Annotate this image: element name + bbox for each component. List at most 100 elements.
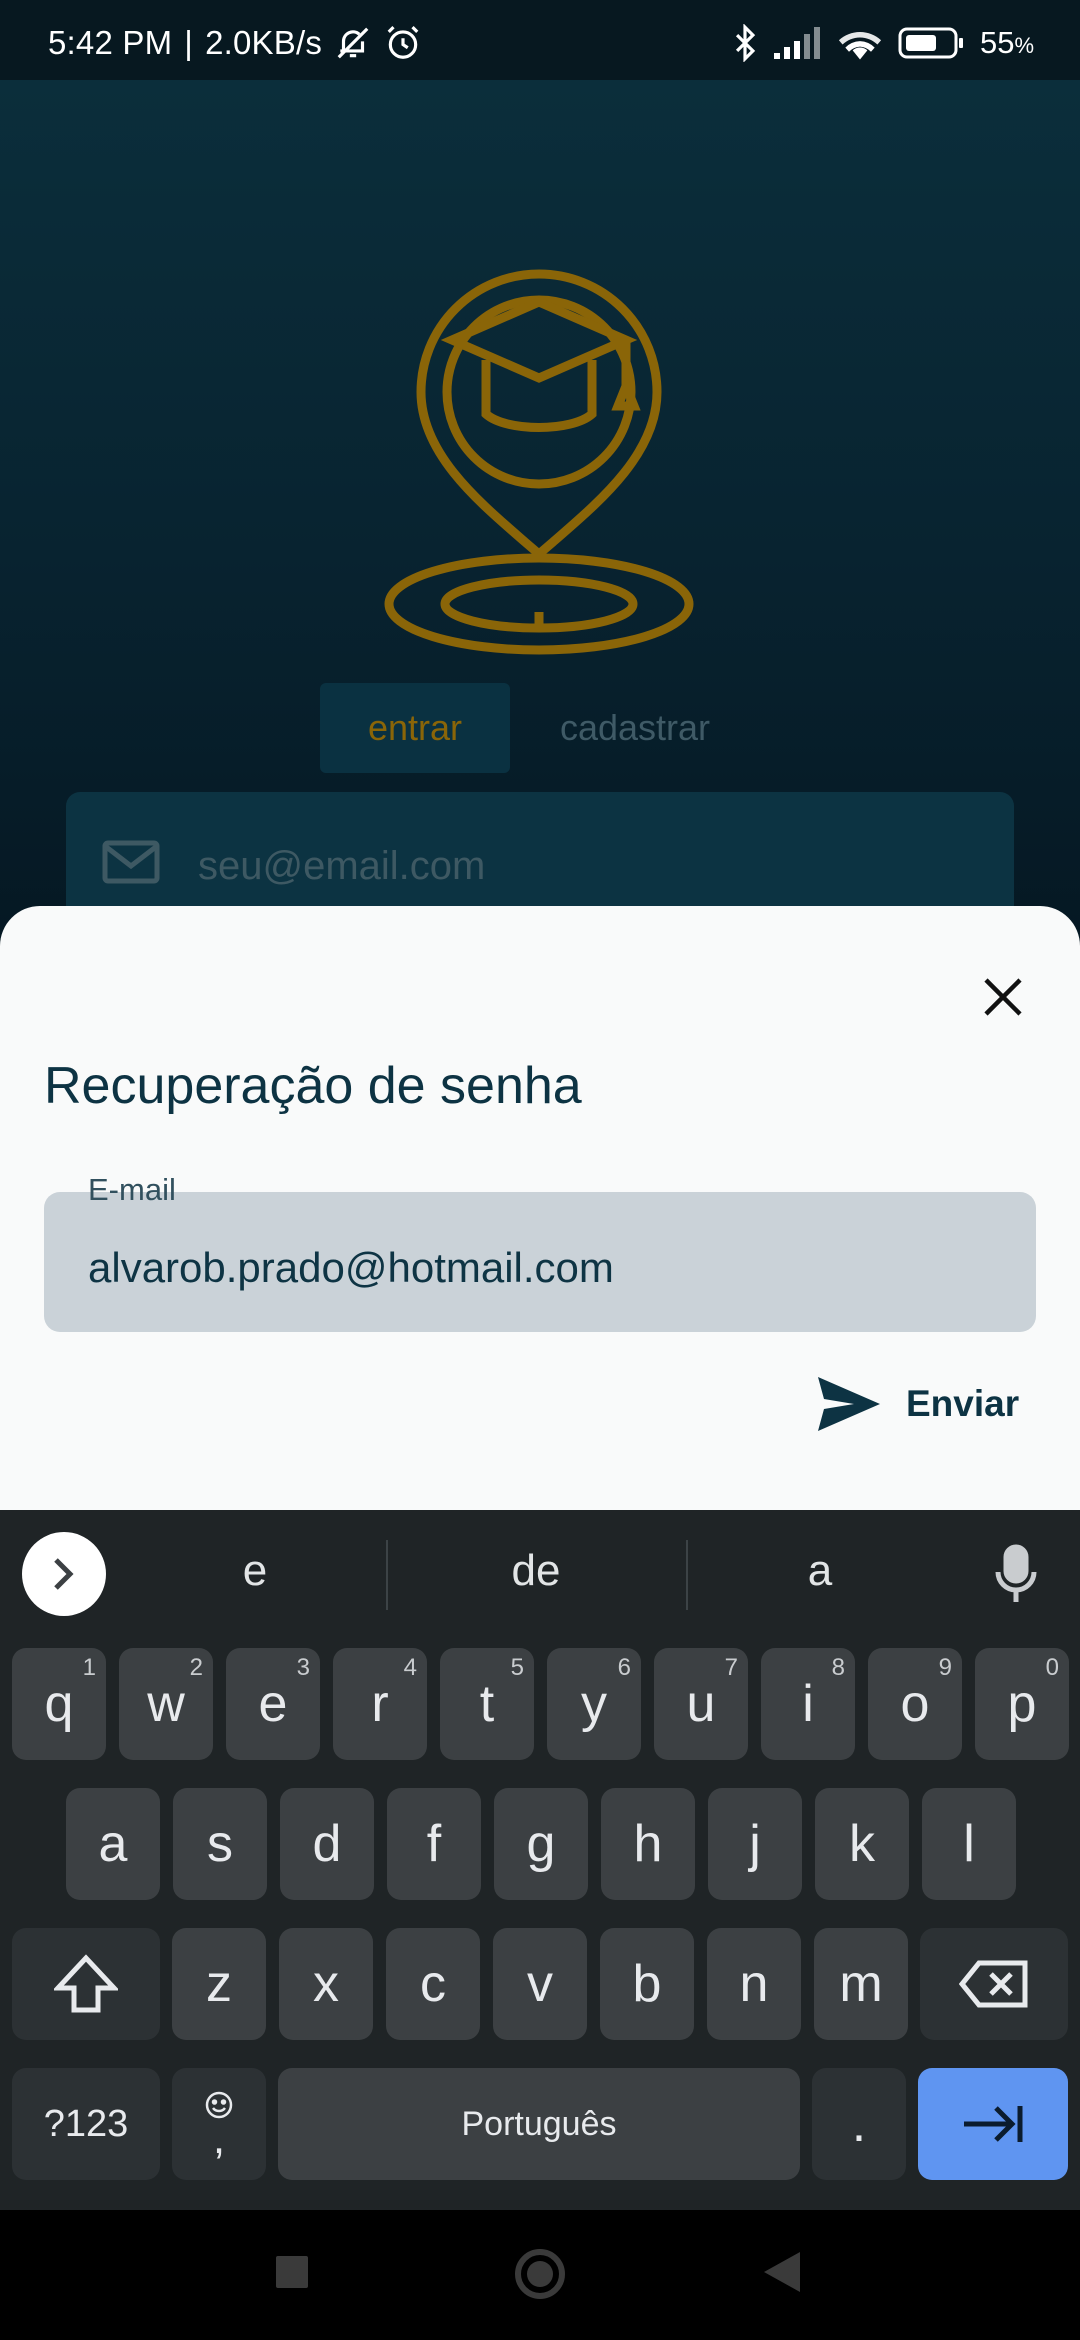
key-a[interactable]: a: [66, 1788, 160, 1900]
key-u[interactable]: u7: [654, 1648, 748, 1760]
emoji-comma-key[interactable]: ,: [172, 2068, 266, 2180]
key-number-hint: 6: [617, 1654, 631, 1681]
key-b[interactable]: b: [600, 1928, 694, 2040]
key-t[interactable]: t5: [440, 1648, 534, 1760]
mail-icon: [102, 840, 160, 884]
keyboard-expand-button[interactable]: [22, 1532, 106, 1616]
key-f[interactable]: f: [387, 1788, 481, 1900]
key-label: t: [479, 1675, 495, 1733]
shift-key[interactable]: [12, 1928, 160, 2040]
space-key[interactable]: Português: [278, 2068, 800, 2180]
key-number-hint: 8: [831, 1654, 845, 1681]
alarm-icon: [384, 24, 422, 62]
email-field[interactable]: alvarob.prado@hotmail.com: [44, 1192, 1036, 1332]
key-p[interactable]: p0: [975, 1648, 1069, 1760]
key-l[interactable]: l: [922, 1788, 1016, 1900]
email-field-label: E-mail: [88, 1172, 176, 1207]
status-separator: |: [184, 24, 194, 61]
key-m[interactable]: m: [814, 1928, 908, 2040]
key-number-hint: 7: [724, 1654, 738, 1681]
key-z[interactable]: z: [172, 1928, 266, 2040]
key-s[interactable]: s: [173, 1788, 267, 1900]
microphone-icon[interactable]: [992, 1544, 1040, 1604]
key-label: i: [802, 1675, 814, 1733]
recents-button-icon[interactable]: [276, 2256, 308, 2288]
suggestion-1[interactable]: e: [205, 1546, 305, 1596]
suggestion-divider: [386, 1540, 388, 1610]
status-bar: 5:42 PM | 2.0KB/s 55%: [0, 0, 1080, 80]
key-c[interactable]: c: [386, 1928, 480, 2040]
key-n[interactable]: n: [707, 1928, 801, 2040]
key-label: u: [686, 1675, 716, 1733]
key-q[interactable]: q1: [12, 1648, 106, 1760]
enter-key[interactable]: [918, 2068, 1068, 2180]
email-field-value: alvarob.prado@hotmail.com: [88, 1244, 614, 1291]
backspace-key[interactable]: [920, 1928, 1068, 2040]
suggestion-divider: [686, 1540, 688, 1610]
status-right: 55%: [732, 24, 1034, 62]
key-number-hint: 9: [938, 1654, 952, 1681]
key-label: y: [581, 1675, 607, 1733]
navigation-bar: [0, 2210, 1080, 2340]
wifi-icon: [838, 26, 882, 60]
password-recovery-sheet: Recuperação de senha alvarob.prado@hotma…: [0, 906, 1080, 1510]
shift-icon: [54, 1954, 118, 2013]
tab-entrar[interactable]: entrar: [320, 683, 510, 773]
email-placeholder: seu@email.com: [198, 844, 486, 888]
key-number-hint: 0: [1045, 1654, 1059, 1681]
close-button[interactable]: [966, 960, 1040, 1034]
graduation-location-logo-icon: [384, 269, 694, 655]
suggestion-3[interactable]: a: [770, 1546, 870, 1596]
bluetooth-icon: [732, 24, 758, 62]
status-time: 5:42 PM: [48, 24, 173, 61]
key-o[interactable]: o9: [868, 1648, 962, 1760]
key-g[interactable]: g: [494, 1788, 588, 1900]
battery-level: 55%: [979, 25, 1034, 60]
key-label: r: [371, 1675, 389, 1733]
key-label: e: [258, 1675, 288, 1733]
key-r[interactable]: r4: [333, 1648, 427, 1760]
key-v[interactable]: v: [493, 1928, 587, 2040]
key-x[interactable]: x: [279, 1928, 373, 2040]
suggestion-2[interactable]: de: [486, 1546, 586, 1596]
key-label: p: [1007, 1675, 1037, 1733]
close-icon: [984, 978, 1022, 1016]
backspace-icon: [959, 1960, 1028, 2008]
chevron-right-icon: [54, 1558, 74, 1590]
key-h[interactable]: h: [601, 1788, 695, 1900]
login-screen-background: entrar cadastrar seu@email.com: [0, 80, 1080, 940]
key-number-hint: 1: [82, 1654, 96, 1681]
send-button[interactable]: Enviar: [818, 1366, 1019, 1442]
key-number-hint: 2: [189, 1654, 203, 1681]
symbols-key[interactable]: ?123: [12, 2068, 160, 2180]
key-number-hint: 4: [403, 1654, 417, 1681]
key-number-hint: 5: [510, 1654, 524, 1681]
auth-tabs: entrar cadastrar: [320, 683, 760, 773]
key-label: q: [44, 1675, 74, 1733]
key-i[interactable]: i8: [761, 1648, 855, 1760]
soft-keyboard: e de a q1w2e3r4t5y6u7i8o9p0 asdfghjkl zx…: [0, 1510, 1080, 2210]
home-button-icon[interactable]: [514, 2248, 566, 2300]
suggestion-strip: e de a: [0, 1510, 1080, 1640]
key-w[interactable]: w2: [119, 1648, 213, 1760]
comma-label: ,: [212, 2114, 226, 2163]
key-y[interactable]: y6: [547, 1648, 641, 1760]
tab-cadastrar[interactable]: cadastrar: [510, 683, 760, 773]
key-label: w: [147, 1675, 185, 1733]
mute-icon: [334, 24, 372, 62]
send-label: Enviar: [906, 1383, 1020, 1424]
status-left: 5:42 PM | 2.0KB/s: [48, 24, 422, 62]
period-key[interactable]: .: [812, 2068, 906, 2180]
key-j[interactable]: j: [708, 1788, 802, 1900]
key-label: o: [900, 1675, 930, 1733]
send-icon: [818, 1377, 880, 1431]
status-speed: 2.0KB/s: [205, 24, 323, 61]
signal-icon: [773, 27, 822, 59]
back-button-icon[interactable]: [764, 2252, 800, 2292]
battery-icon: [898, 26, 964, 60]
key-e[interactable]: e3: [226, 1648, 320, 1760]
sheet-title: Recuperação de senha: [44, 1057, 582, 1115]
key-number-hint: 3: [296, 1654, 310, 1681]
key-d[interactable]: d: [280, 1788, 374, 1900]
key-k[interactable]: k: [815, 1788, 909, 1900]
